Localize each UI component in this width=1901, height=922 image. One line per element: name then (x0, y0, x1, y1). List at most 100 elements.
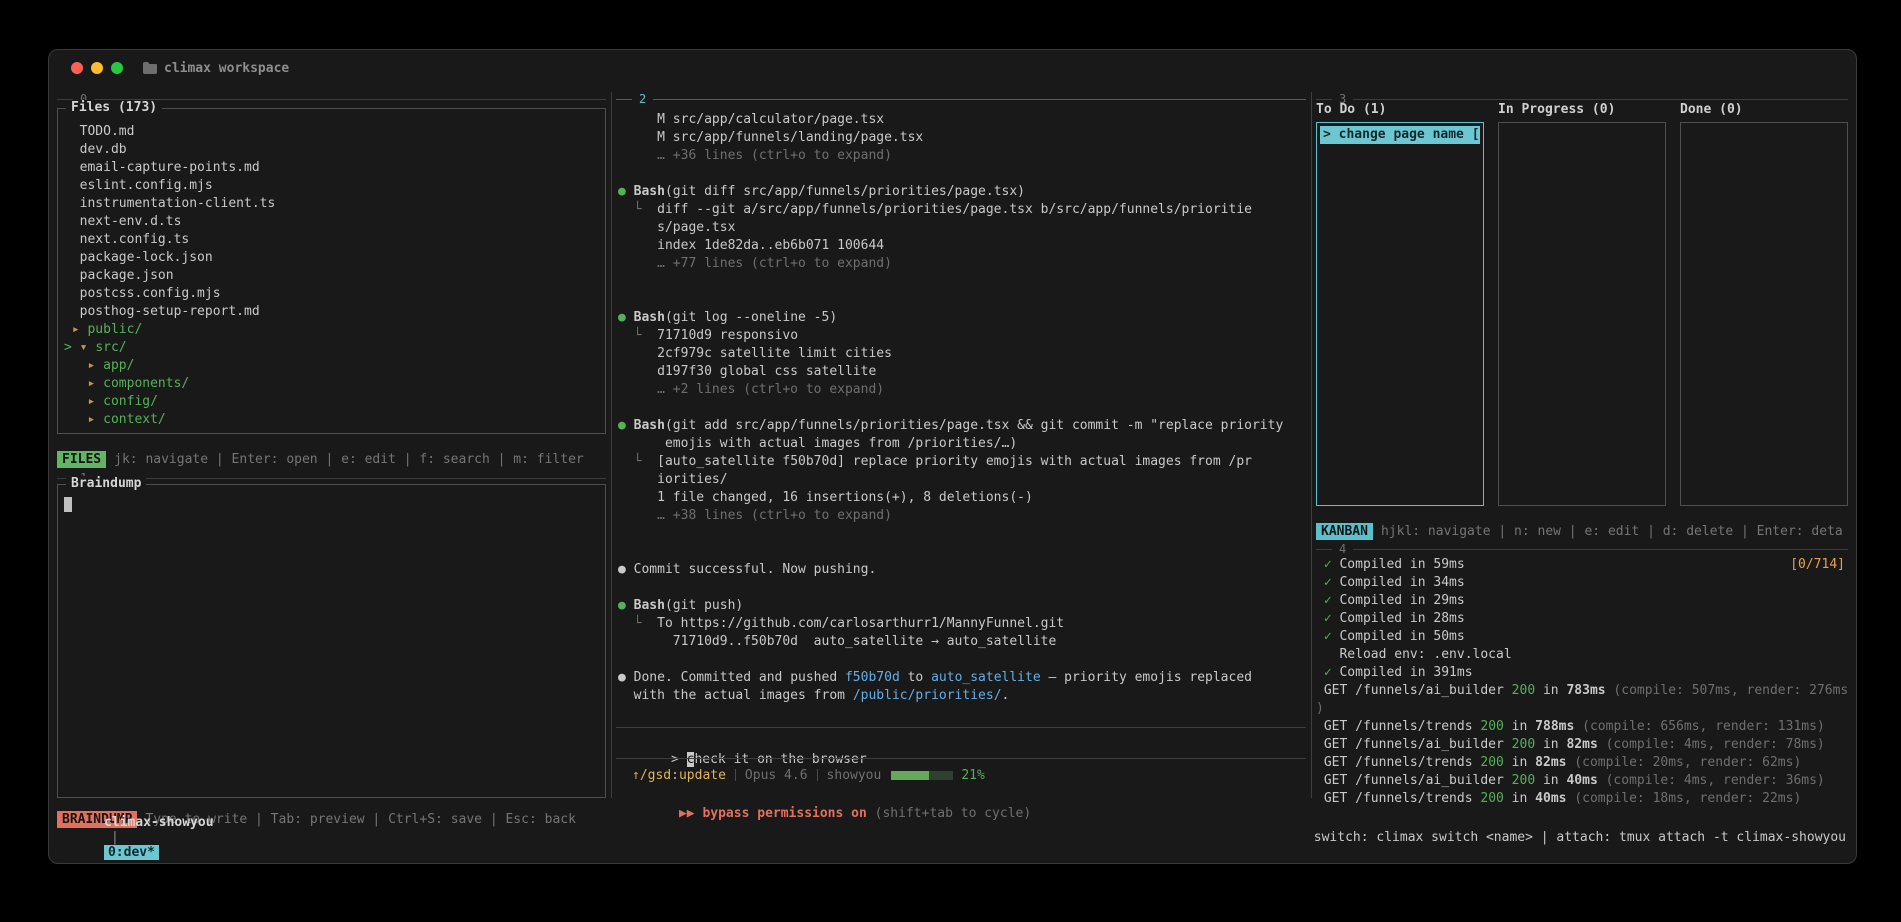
folder-icon (143, 62, 157, 74)
terminal-line: 71710d9..f50b70d auto_satellite → auto_s… (618, 633, 1306, 651)
terminal-line (618, 273, 1306, 291)
files-mode-badge: FILES (57, 451, 106, 468)
log-line: ✓ Compiled in 29ms (1316, 592, 1848, 610)
kanban-card[interactable]: > change page name [0 (1320, 126, 1480, 144)
claude-status-line: ↑ /gsd:update Opus 4.6 showyou 21% (632, 766, 1306, 784)
file-tree-item[interactable]: ▸ components/ (64, 375, 599, 393)
terminal-line: … +77 lines (ctrl+o to expand) (618, 255, 1306, 273)
pane-border-center-right (1311, 92, 1312, 798)
file-tree-item[interactable]: ▸ app/ (64, 357, 599, 375)
file-tree[interactable]: TODO.md dev.db email-capture-points.md e… (58, 109, 605, 429)
terminal-line: iorities/ (618, 471, 1306, 489)
context-progress-fill (891, 771, 928, 780)
window-title: climax workspace (164, 61, 289, 76)
log-line: ✓ Compiled in 34ms (1316, 574, 1848, 592)
window-titlebar: climax workspace (49, 50, 1856, 86)
file-tree-item[interactable]: ▸ context/ (64, 411, 599, 429)
log-line: GET /funnels/trends 200 in 40ms (compile… (1316, 790, 1848, 808)
kanban-column-inprogress (1498, 122, 1666, 506)
terminal-line: 1 file changed, 16 insertions(+), 8 dele… (618, 489, 1306, 507)
input-text: heck it on the browser (694, 752, 866, 767)
terminal-line: ● Bash(git diff src/app/funnels/prioriti… (618, 183, 1306, 201)
model-label: Opus 4.6 (745, 768, 808, 783)
pane-border-left-center (611, 92, 612, 798)
file-tree-item[interactable]: next.config.ts (64, 231, 599, 249)
terminal-line (618, 165, 1306, 183)
braindump-pane-title: Braindump (66, 476, 146, 491)
files-pane-title: Files (173) (66, 100, 162, 115)
log-line: ) (1316, 700, 1848, 718)
terminal-line: ● Commit successful. Now pushing. (618, 561, 1306, 579)
kanban-status-bar: KANBAN hjkl: navigate | n: new | e: edit… (1316, 522, 1848, 540)
braindump-pane: Braindump (57, 484, 606, 798)
kanban-column-title-todo: To Do (1) (1316, 102, 1484, 120)
terminal-line: M src/app/funnels/landing/page.tsx (618, 129, 1306, 147)
permissions-hint: (shift+tab to cycle) (867, 806, 1031, 821)
file-tree-item[interactable]: eslint.config.mjs (64, 177, 599, 195)
terminal-line: └ [auto_satellite f50b70d] replace prior… (618, 453, 1306, 471)
file-tree-item[interactable]: package-lock.json (64, 249, 599, 267)
tmux-session-name: climax-showyou (104, 815, 214, 830)
file-tree-item[interactable]: > ▾ src/ (64, 339, 599, 357)
log-line: ✓ Compiled in 28ms (1316, 610, 1848, 628)
file-tree-item[interactable]: ▸ config/ (64, 393, 599, 411)
terminal-line: ● Done. Committed and pushed f50b70d to … (618, 669, 1306, 687)
file-tree-item[interactable]: email-capture-points.md (64, 159, 599, 177)
status-separator (817, 769, 818, 781)
file-tree-item[interactable]: posthog-setup-report.md (64, 303, 599, 321)
files-pane: Files (173) TODO.md dev.db email-capture… (57, 108, 606, 434)
kanban-board: > change page name [0 (1316, 122, 1848, 506)
terminal-line (618, 651, 1306, 669)
close-button[interactable] (71, 62, 83, 74)
zoom-button[interactable] (111, 62, 123, 74)
claude-input[interactable]: > check it on the browser (624, 733, 1306, 751)
fast-forward-icon: ▶▶ (679, 806, 702, 821)
log-line: ✓ Compiled in 391ms (1316, 664, 1848, 682)
log-line: ✓ Compiled in 50ms (1316, 628, 1848, 646)
file-tree-item[interactable]: dev.db (64, 141, 599, 159)
files-keybind-help: jk: navigate | Enter: open | e: edit | f… (114, 452, 584, 467)
tmux-window-tab[interactable]: 0:dev* (104, 845, 159, 860)
terminal-line (618, 399, 1306, 417)
log-line: ✓ Compiled in 59ms[0/714] (1316, 556, 1848, 574)
terminal-line: emojis with actual images from /prioriti… (618, 435, 1306, 453)
terminal-line: ● Bash(git add src/app/funnels/prioritie… (618, 417, 1306, 435)
log-line: GET /funnels/trends 200 in 82ms (compile… (1316, 754, 1848, 772)
terminal-line: … +38 lines (ctrl+o to expand) (618, 507, 1306, 525)
file-tree-item[interactable]: ▸ public/ (64, 321, 599, 339)
slash-command: /gsd:update (640, 768, 726, 783)
terminal-line: with the actual images from /public/prio… (618, 687, 1306, 705)
tmux-separator: | (111, 830, 119, 845)
terminal-line (618, 525, 1306, 543)
update-arrow-icon: ↑ (632, 768, 640, 783)
file-tree-item[interactable]: next-env.d.ts (64, 213, 599, 231)
tmux-hint: switch: climax switch <name> | attach: t… (1314, 830, 1846, 845)
terminal-line: └ diff --git a/src/app/funnels/prioritie… (618, 201, 1306, 219)
input-divider-bottom (616, 758, 1306, 759)
terminal-line: index 1de82da..eb6b071 100644 (618, 237, 1306, 255)
terminal-line: 2cf979c satellite limit cities (618, 345, 1306, 363)
kanban-column-title-inprogress: In Progress (0) (1498, 102, 1666, 120)
pane-number-2: 2 (639, 92, 646, 106)
log-line: GET /funnels/ai_builder 200 in 82ms (com… (1316, 736, 1848, 754)
file-tree-item[interactable]: TODO.md (64, 123, 599, 141)
input-prompt: > (671, 752, 687, 767)
log-line: Reload env: .env.local (1316, 646, 1848, 664)
log-line: GET /funnels/ai_builder 200 in 783ms (co… (1316, 682, 1848, 700)
center-column: 2 M src/app/calculator/page.tsx M src/ap… (616, 92, 1306, 852)
file-tree-item[interactable]: instrumentation-client.ts (64, 195, 599, 213)
terminal-line: M src/app/calculator/page.tsx (618, 111, 1306, 129)
file-tree-item[interactable]: package.json (64, 267, 599, 285)
terminal-line: s/page.tsx (618, 219, 1306, 237)
file-tree-item[interactable]: postcss.config.mjs (64, 285, 599, 303)
claude-output: M src/app/calculator/page.tsx M src/app/… (618, 105, 1306, 705)
permissions-label: bypass permissions on (702, 806, 866, 821)
tmux-status-bar: climax-showyou | 0:dev* switch: climax s… (57, 827, 1846, 847)
permissions-line[interactable]: ▶▶ bypass permissions on (shift+tab to c… (632, 787, 1306, 805)
files-status-bar: FILES jk: navigate | Enter: open | e: ed… (57, 450, 606, 468)
minimize-button[interactable] (91, 62, 103, 74)
terminal-line: └ 71710d9 responsivo (618, 327, 1306, 345)
pane-divider-2: 2 (616, 92, 1306, 106)
terminal-line (618, 291, 1306, 309)
terminal-line (618, 543, 1306, 561)
